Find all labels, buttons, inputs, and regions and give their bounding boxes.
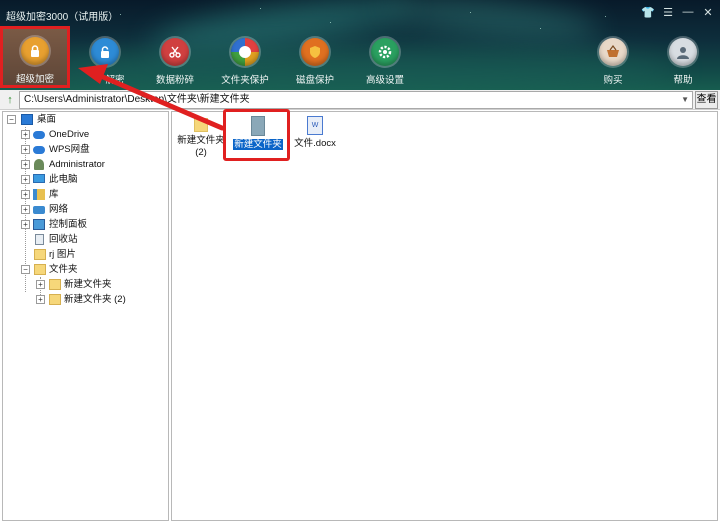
skin-icon[interactable]: 👕 — [640, 6, 656, 19]
library-icon — [33, 189, 45, 200]
decrypt-button[interactable]: 解密 — [70, 36, 140, 86]
expand-icon[interactable]: + — [21, 160, 30, 169]
collapse-icon[interactable]: − — [21, 265, 30, 274]
purchase-label: 购买 — [603, 75, 623, 86]
recycle-bin-icon — [35, 234, 44, 245]
unlock-icon — [91, 38, 119, 66]
expand-icon[interactable]: + — [21, 205, 30, 214]
control-panel-icon — [33, 219, 45, 230]
word-document-icon: W — [307, 116, 323, 135]
data-shred-button[interactable]: 数据粉碎 — [140, 36, 210, 86]
scissors-icon — [161, 38, 189, 66]
tree-item-label: 控制面板 — [49, 219, 88, 230]
file-item-docx[interactable]: W 文件.docx — [290, 116, 340, 150]
file-list-pane: 新建文件夹 (2) 新建文件夹 W 文件.docx — [171, 111, 718, 521]
file-item-new-folder-2[interactable]: 新建文件夹 (2) — [176, 118, 226, 159]
tree-item-label: 新建文件夹 — [64, 279, 112, 290]
shield-icon — [301, 38, 329, 66]
data-shred-label: 数据粉碎 — [155, 75, 194, 86]
expand-icon[interactable]: + — [36, 295, 45, 304]
folder-icon — [34, 249, 46, 260]
tree-item-label: WPS网盘 — [49, 144, 90, 155]
purchase-button[interactable]: 购买 — [578, 36, 648, 86]
folder-icon — [34, 264, 46, 275]
path-text: C:\Users\Administrator\Desktop\文件夹\新建文件夹 — [24, 94, 250, 105]
decrypt-label: 解密 — [105, 75, 125, 86]
app-window: 超级加密3000（试用版） 👕 ☰ — ✕ 超级加密 解密 数据粉碎 文件夹保护… — [0, 0, 720, 523]
star-decoration — [540, 28, 541, 29]
expand-icon[interactable]: + — [21, 175, 30, 184]
tree-item-label: 库 — [49, 189, 59, 200]
folder-protect-label: 文件夹保护 — [221, 75, 269, 86]
user-icon — [34, 159, 44, 170]
tree-item-label: rj 图片 — [49, 249, 76, 260]
folder-icon — [194, 118, 208, 132]
folder-protect-icon — [231, 38, 259, 66]
star-decoration — [120, 14, 121, 15]
expand-icon[interactable]: + — [21, 145, 30, 154]
window-title: 超级加密3000（试用版） — [6, 12, 119, 23]
folder-icon — [49, 294, 61, 305]
advanced-settings-label: 高级设置 — [365, 75, 404, 86]
collapse-icon[interactable]: − — [7, 115, 16, 124]
tree-item-label: OneDrive — [49, 129, 90, 140]
advanced-settings-button[interactable]: 高级设置 — [350, 36, 420, 86]
star-decoration — [470, 12, 471, 13]
folder-protect-button[interactable]: 文件夹保护 — [210, 36, 280, 86]
help-button[interactable]: 帮助 — [648, 36, 718, 86]
tree-item-label: 文件夹 — [49, 264, 78, 275]
tree-item-label: Administrator — [49, 159, 105, 170]
minimize-button[interactable]: — — [680, 6, 696, 18]
close-button[interactable]: ✕ — [700, 6, 716, 19]
network-icon — [33, 206, 45, 214]
expand-icon[interactable]: + — [21, 220, 30, 229]
gear-icon — [371, 38, 399, 66]
computer-icon — [33, 174, 45, 183]
folder-tree: − 桌面 + OneDrive + WPS网盘 + Administrator … — [2, 111, 169, 521]
expand-icon[interactable]: + — [21, 190, 30, 199]
view-button[interactable]: 查看 — [695, 91, 718, 109]
desktop-icon — [21, 114, 33, 125]
chevron-down-icon[interactable]: ▼ — [681, 92, 689, 108]
super-encrypt-label: 超级加密 — [15, 74, 54, 85]
folder-icon — [49, 279, 61, 290]
disk-protect-button[interactable]: 磁盘保护 — [280, 36, 350, 86]
cloud-icon — [33, 146, 45, 154]
expand-icon[interactable]: + — [21, 130, 30, 139]
cloud-icon — [33, 131, 45, 139]
menu-icon[interactable]: ☰ — [660, 6, 676, 19]
up-arrow-icon[interactable]: ↑ — [3, 92, 17, 108]
tree-item-label: 网络 — [49, 204, 69, 215]
tree-item-label: 回收站 — [49, 234, 78, 245]
disk-protect-label: 磁盘保护 — [295, 75, 334, 86]
super-encrypt-button[interactable]: 超级加密 — [0, 26, 70, 88]
expand-icon[interactable]: + — [36, 280, 45, 289]
folder-protect-icon-center — [239, 46, 251, 58]
tree-item-label: 此电脑 — [49, 174, 78, 185]
user-help-icon — [669, 38, 697, 66]
file-item-label: 文件.docx — [294, 138, 336, 149]
star-decoration — [330, 22, 331, 23]
highlight-box — [223, 109, 290, 161]
tree-item-label: 桌面 — [37, 114, 57, 125]
lock-icon — [21, 37, 49, 65]
path-input[interactable]: C:\Users\Administrator\Desktop\文件夹\新建文件夹… — [19, 91, 693, 109]
star-decoration — [605, 16, 606, 17]
header-toolbar: 超级加密3000（试用版） 👕 ☰ — ✕ 超级加密 解密 数据粉碎 文件夹保护… — [0, 0, 720, 90]
help-label: 帮助 — [673, 75, 693, 86]
star-decoration — [260, 8, 261, 9]
address-bar: ↑ C:\Users\Administrator\Desktop\文件夹\新建文… — [0, 90, 720, 110]
cart-icon — [599, 38, 627, 66]
file-item-label: 新建文件夹 (2) — [177, 135, 225, 158]
tree-item-label: 新建文件夹 (2) — [64, 294, 126, 305]
